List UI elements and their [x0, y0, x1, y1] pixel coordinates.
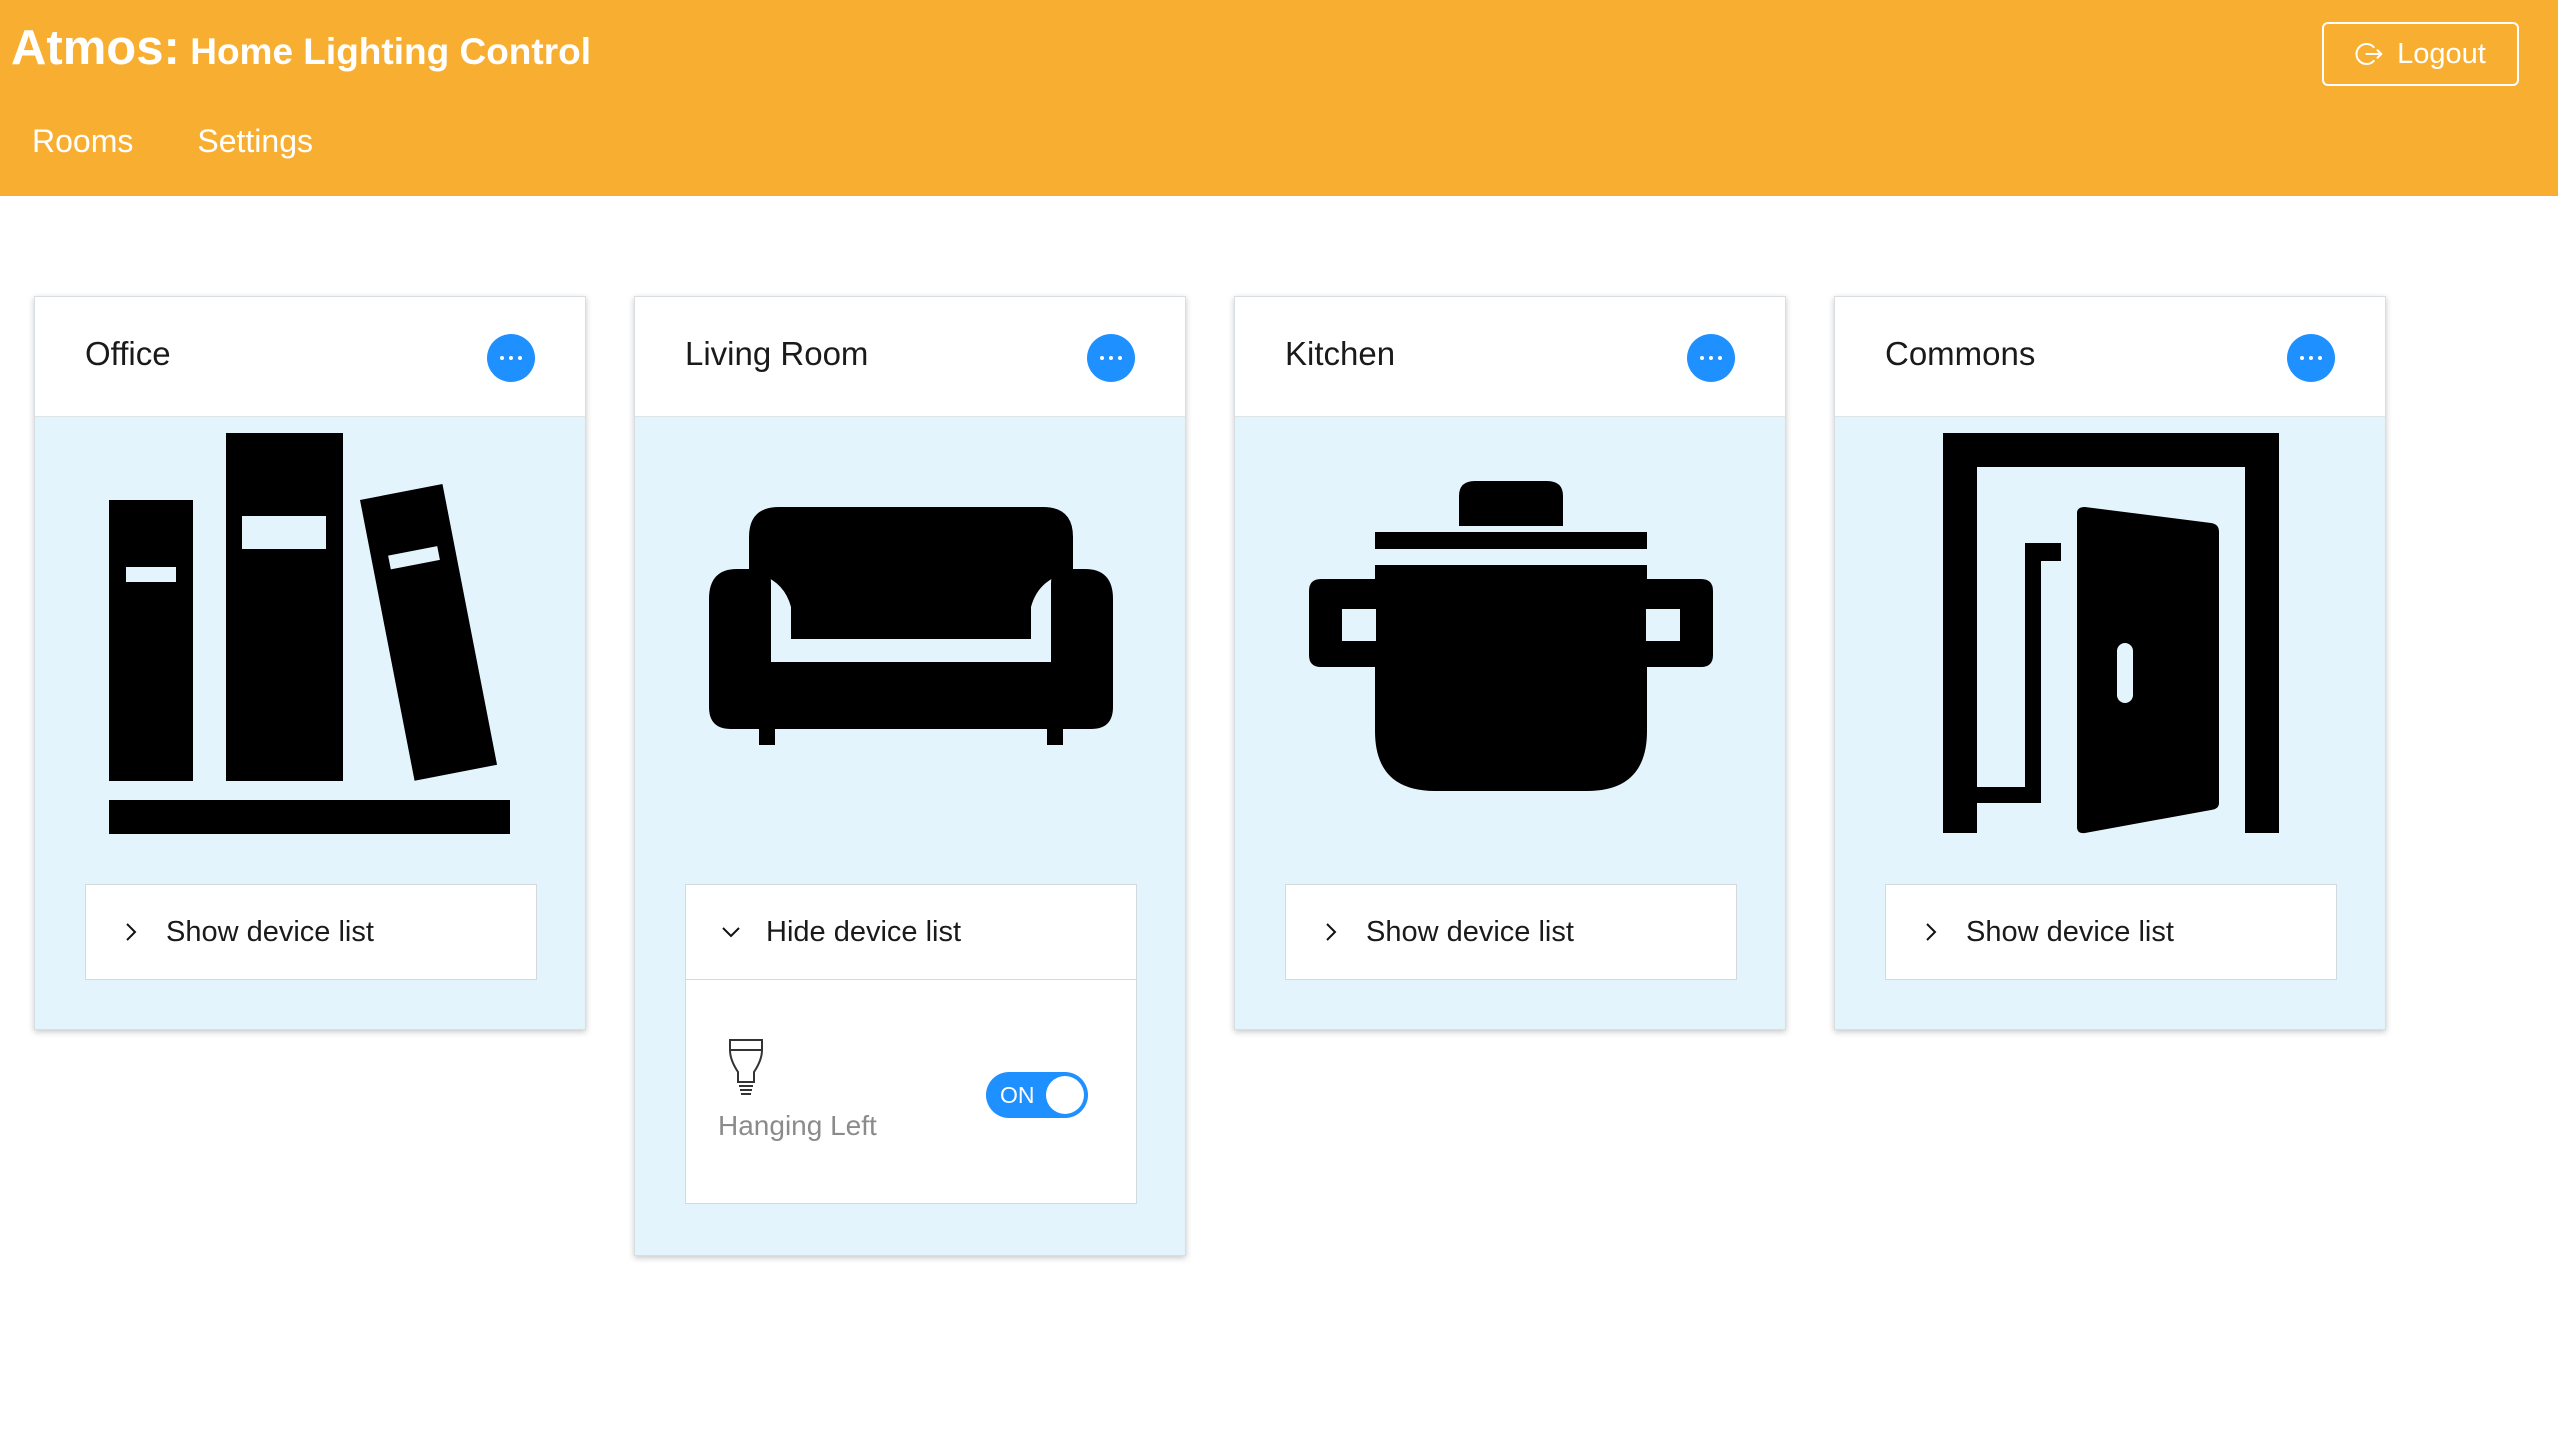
more-dots-icon [1100, 356, 1122, 360]
switch-state-label: ON [1000, 1082, 1035, 1108]
room-title: Kitchen [1285, 335, 1396, 372]
nav-item-settings[interactable]: Settings [197, 123, 313, 160]
chevron-right-icon [1326, 923, 1337, 941]
chevron-right-icon [1926, 923, 1937, 941]
room-card-kitchen: Kitchen Show device list [1234, 296, 1786, 1030]
chevron-down-icon [722, 927, 740, 938]
more-dots-icon [500, 356, 522, 360]
more-dots-icon [2300, 356, 2322, 360]
hide-device-list-toggle[interactable]: Hide device list [686, 885, 1136, 979]
chevron-right-icon [126, 923, 137, 941]
main-nav: Rooms Settings [32, 123, 313, 160]
room-card-header: Office [35, 297, 585, 417]
cooking-pot-icon [1309, 481, 1713, 791]
bookshelf-icon [109, 433, 510, 834]
room-image [35, 417, 587, 847]
device-list-toggle-container: Hide device list Hanging Left ON [685, 884, 1137, 1204]
logout-button[interactable]: Logout [2322, 22, 2519, 86]
room-card-commons: Commons Show device list [1834, 296, 2386, 1030]
lightbulb-icon [729, 1039, 763, 1095]
room-card-living-room: Living Room Hide device list Hanging Lef… [634, 296, 1186, 1256]
room-title: Living Room [685, 335, 869, 372]
toggle-label: Hide device list [766, 915, 962, 948]
toggle-label: Show device list [166, 915, 374, 948]
app-header: Atmos: Home Lighting Control Rooms Setti… [0, 0, 2558, 196]
room-more-button[interactable] [2287, 334, 2335, 382]
show-device-list-toggle[interactable]: Show device list [1286, 885, 1736, 979]
show-device-list-toggle[interactable]: Show device list [1886, 885, 2336, 979]
device-name: Hanging Left [718, 1110, 877, 1141]
room-card-office: Office Show device list [34, 296, 586, 1030]
device-list-toggle-container: Show device list [1285, 884, 1737, 980]
room-card-header: Kitchen [1235, 297, 1785, 417]
device-list: Hanging Left ON [686, 979, 1136, 1203]
room-more-button[interactable] [487, 334, 535, 382]
device-power-switch[interactable]: ON [986, 1072, 1088, 1118]
nav-item-rooms[interactable]: Rooms [32, 123, 133, 160]
toggle-label: Show device list [1366, 915, 1574, 948]
room-card-header: Living Room [635, 297, 1185, 417]
logout-label: Logout [2397, 37, 2486, 70]
open-door-icon [1943, 433, 2279, 834]
room-more-button[interactable] [1687, 334, 1735, 382]
room-image [1835, 417, 2387, 847]
room-image [1235, 417, 1787, 847]
room-card-header: Commons [1835, 297, 2385, 417]
room-image [635, 417, 1187, 847]
app-brand: Atmos: Home Lighting Control [11, 20, 591, 76]
show-device-list-toggle[interactable]: Show device list [86, 885, 536, 979]
toggle-label: Show device list [1966, 915, 2174, 948]
switch-knob [1046, 1076, 1084, 1114]
room-title: Commons [1885, 335, 2036, 372]
device-list-toggle-container: Show device list [1885, 884, 2337, 980]
more-dots-icon [1700, 356, 1722, 360]
room-title: Office [85, 335, 171, 372]
app-subtitle: Home Lighting Control [190, 31, 592, 72]
logout-icon [2355, 43, 2383, 65]
app-name: Atmos: [11, 21, 180, 75]
room-more-button[interactable] [1087, 334, 1135, 382]
device-list-toggle-container: Show device list [85, 884, 537, 980]
sofa-icon [709, 507, 1113, 745]
